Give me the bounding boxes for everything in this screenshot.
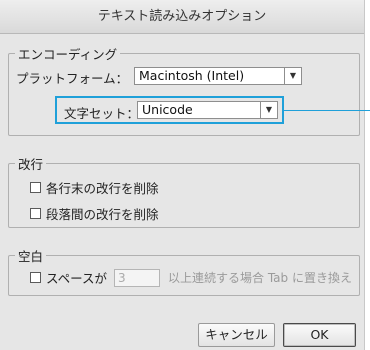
remove-line-end-option[interactable]: 各行末の改行を削除 bbox=[30, 178, 159, 197]
platform-label: プラットフォーム： bbox=[16, 71, 129, 86]
charset-select[interactable]: Unicode ▼ bbox=[137, 101, 278, 119]
remove-between-paragraphs-label: 段落間の改行を削除 bbox=[46, 207, 159, 222]
chevron-down-icon: ▼ bbox=[265, 105, 273, 114]
cancel-button[interactable]: キャンセル bbox=[198, 323, 275, 347]
replace-spaces-checkbox[interactable] bbox=[30, 272, 41, 283]
platform-select-value: Macintosh (Intel) bbox=[139, 68, 245, 83]
chevron-down-icon: ▼ bbox=[289, 71, 297, 80]
replace-spaces-option[interactable]: スペースが 3 以上連続する場合 Tab に置き換え bbox=[30, 268, 352, 287]
ok-button[interactable]: OK bbox=[283, 323, 356, 347]
callout-line bbox=[284, 110, 370, 111]
platform-select[interactable]: Macintosh (Intel) ▼ bbox=[134, 67, 302, 85]
charset-select-value: Unicode bbox=[142, 102, 193, 117]
replace-suffix-label: 以上連続する場合 Tab に置き換え bbox=[168, 271, 352, 285]
line-breaks-legend: 改行 bbox=[18, 157, 44, 172]
spaces-legend: 空白 bbox=[18, 249, 44, 264]
remove-line-end-label: 各行末の改行を削除 bbox=[46, 181, 159, 196]
replace-spaces-label: スペースが bbox=[46, 271, 108, 286]
space-count-input[interactable]: 3 bbox=[114, 268, 161, 287]
dialog-title: テキスト読み込みオプション bbox=[0, 0, 364, 34]
text-import-options-dialog: テキスト読み込みオプション エンコーディング プラットフォーム： Macinto… bbox=[0, 0, 370, 350]
charset-label: 文字セット： bbox=[64, 106, 140, 121]
remove-line-end-checkbox[interactable] bbox=[30, 182, 41, 193]
remove-between-paragraphs-option[interactable]: 段落間の改行を削除 bbox=[30, 204, 159, 223]
remove-between-paragraphs-checkbox[interactable] bbox=[30, 208, 41, 219]
encoding-legend: エンコーディング bbox=[18, 47, 118, 62]
